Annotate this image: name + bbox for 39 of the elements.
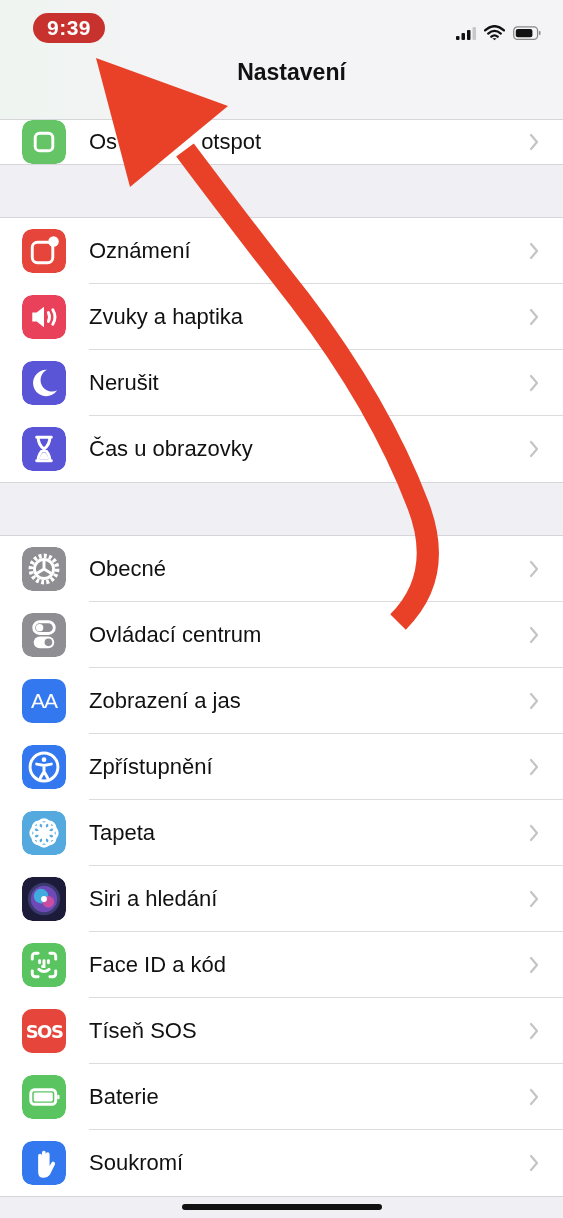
status-time: 9:39 xyxy=(33,13,106,43)
battery-icon xyxy=(513,25,541,41)
row-label: Oznámení xyxy=(89,237,191,264)
chevron-icon xyxy=(529,1154,539,1172)
chevron-icon xyxy=(529,889,539,908)
chevron-icon xyxy=(529,823,539,842)
row-label: Ovládací centrum xyxy=(89,621,262,648)
chevron-icon xyxy=(529,440,539,458)
row-label: Baterie xyxy=(89,1083,159,1110)
row-label: Os xyxy=(89,129,118,155)
row-label: Obecné xyxy=(89,555,167,582)
signal-icon xyxy=(456,26,476,40)
chevron-icon xyxy=(529,757,539,776)
row-label: Tapeta xyxy=(89,819,156,846)
chevron-icon xyxy=(529,955,539,974)
row-label: Zobrazení a jas xyxy=(89,687,241,714)
row-label: Tíseň SOS xyxy=(89,1017,197,1044)
chevron-icon xyxy=(529,1021,539,1040)
row-label: otspot xyxy=(201,129,262,155)
row-label: Nerušit xyxy=(89,369,159,396)
row-label: Face ID a kód xyxy=(89,951,226,978)
chevron-icon xyxy=(529,307,539,326)
row-label: Siri a hledání xyxy=(89,885,218,912)
settings-icon: AA xyxy=(22,679,66,723)
row-label: Čas u obrazovky xyxy=(89,436,253,462)
chevron-icon xyxy=(529,1087,539,1106)
row-label: Zpřístupnění xyxy=(89,753,213,780)
chevron-icon xyxy=(529,691,539,710)
chevron-icon xyxy=(529,559,539,578)
chevron-icon xyxy=(529,241,539,260)
wifi-icon xyxy=(484,25,505,41)
chevron-icon xyxy=(529,373,539,392)
home-indicator[interactable] xyxy=(181,1204,382,1210)
row-label: Zvuky a haptika xyxy=(89,303,244,330)
chevron-icon xyxy=(529,625,539,644)
settings-icon: SOS xyxy=(22,1009,66,1053)
chevron-icon xyxy=(529,133,539,151)
row-label: Soukromí xyxy=(89,1150,184,1176)
screen-title: Nastavení xyxy=(236,59,348,86)
